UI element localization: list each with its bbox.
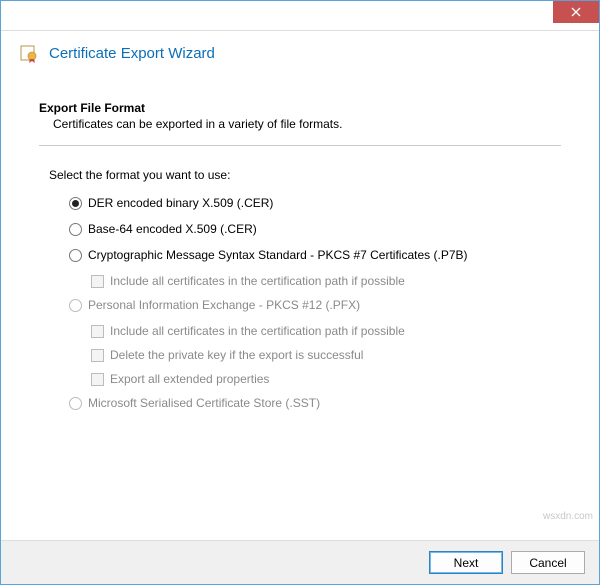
checkbox-label: Export all extended properties [110, 372, 269, 386]
format-prompt: Select the format you want to use: [49, 168, 561, 182]
wizard-footer: Next Cancel [1, 540, 599, 584]
wizard-content: Export File Format Certificates can be e… [1, 81, 599, 540]
section-sub: Certificates can be exported in a variet… [53, 117, 561, 131]
section-heading: Export File Format [39, 101, 561, 115]
format-options: DER encoded binary X.509 (.CER) Base-64 … [69, 196, 561, 410]
radio-label: Microsoft Serialised Certificate Store (… [88, 396, 320, 410]
check-pfx-export-ext: Export all extended properties [91, 372, 561, 386]
radio-icon [69, 223, 82, 236]
radio-label: Personal Information Exchange - PKCS #12… [88, 298, 360, 312]
checkbox-icon [91, 373, 104, 386]
radio-label: DER encoded binary X.509 (.CER) [88, 196, 273, 210]
checkbox-label: Include all certificates in the certific… [110, 324, 405, 338]
checkbox-label: Delete the private key if the export is … [110, 348, 363, 362]
radio-label: Base-64 encoded X.509 (.CER) [88, 222, 257, 236]
wizard-header: Certificate Export Wizard [1, 31, 599, 81]
certificate-icon [19, 43, 39, 63]
cancel-button[interactable]: Cancel [511, 551, 585, 574]
radio-base64[interactable]: Base-64 encoded X.509 (.CER) [69, 222, 561, 236]
check-pfx-include-chain: Include all certificates in the certific… [91, 324, 561, 338]
divider [39, 145, 561, 146]
close-icon [571, 5, 581, 20]
checkbox-icon [91, 275, 104, 288]
check-pfx-delete-key: Delete the private key if the export is … [91, 348, 561, 362]
wizard-title: Certificate Export Wizard [49, 45, 215, 62]
radio-icon [69, 197, 82, 210]
radio-icon [69, 299, 82, 312]
checkbox-icon [91, 349, 104, 362]
radio-pkcs7[interactable]: Cryptographic Message Syntax Standard - … [69, 248, 561, 262]
radio-der[interactable]: DER encoded binary X.509 (.CER) [69, 196, 561, 210]
radio-label: Cryptographic Message Syntax Standard - … [88, 248, 468, 262]
button-label: Next [454, 556, 479, 570]
check-pkcs7-include-chain: Include all certificates in the certific… [91, 274, 561, 288]
checkbox-label: Include all certificates in the certific… [110, 274, 405, 288]
button-label: Cancel [529, 556, 566, 570]
close-button[interactable] [553, 1, 599, 23]
next-button[interactable]: Next [429, 551, 503, 574]
wizard-window: Certificate Export Wizard Export File Fo… [0, 0, 600, 585]
radio-icon [69, 397, 82, 410]
titlebar [1, 1, 599, 31]
checkbox-icon [91, 325, 104, 338]
radio-pfx: Personal Information Exchange - PKCS #12… [69, 298, 561, 312]
radio-icon [69, 249, 82, 262]
radio-sst: Microsoft Serialised Certificate Store (… [69, 396, 561, 410]
